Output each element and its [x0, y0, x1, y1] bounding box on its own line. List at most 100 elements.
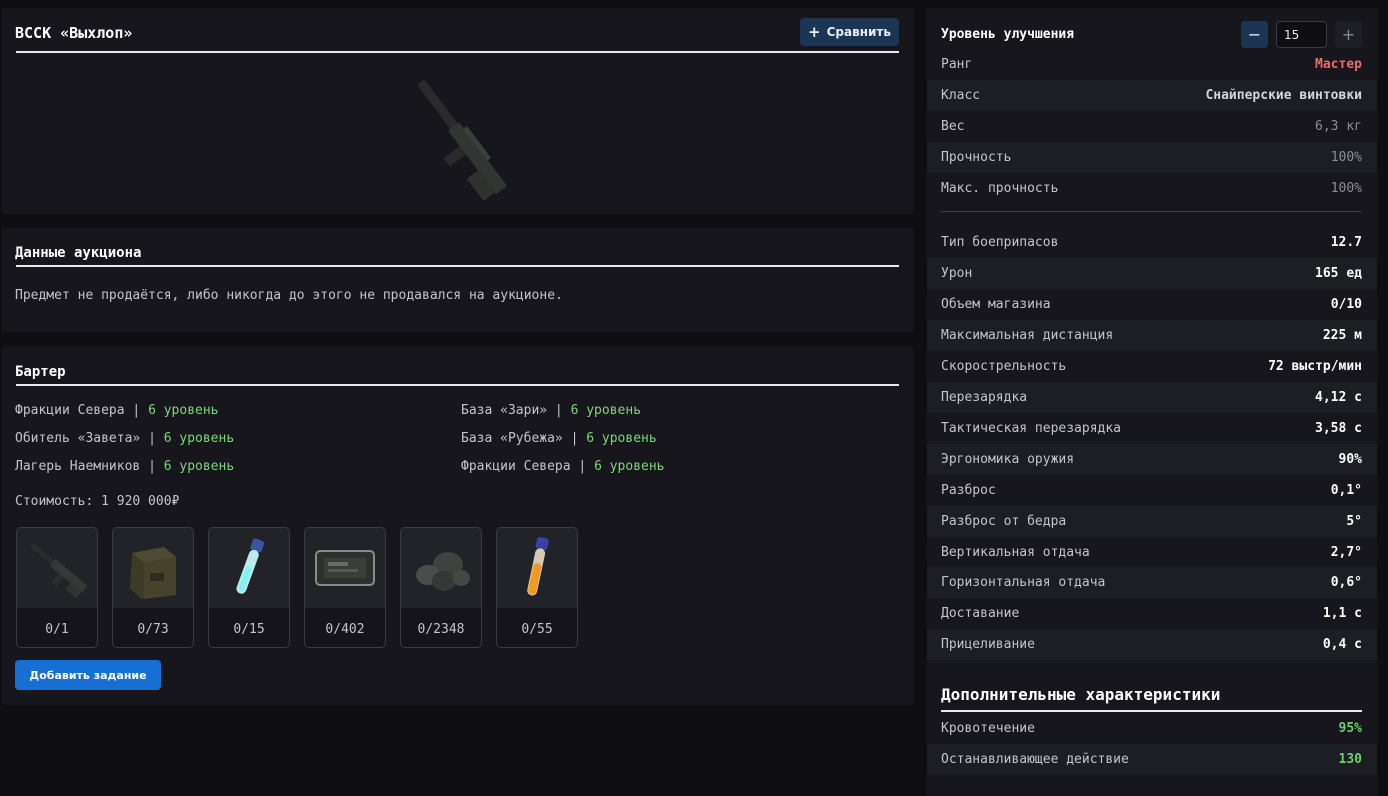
compare-button[interactable]: + Сравнить [800, 18, 899, 46]
stat-row-class: Класс Снайперские винтовки [927, 80, 1377, 111]
stat-value: 3,58 с [1315, 421, 1362, 436]
stat-label: Объем магазина [941, 297, 1051, 312]
stat-row: Скорострельность 72 выстр/мин [927, 351, 1377, 382]
barter-faction: База «Зари» [461, 403, 548, 418]
barter-row: Фракции Севера | 6 уровень [15, 402, 234, 430]
barter-separator: | [554, 403, 563, 418]
stat-row: Разброс 0,1° [927, 475, 1377, 506]
stat-value: 90% [1338, 452, 1362, 467]
plus-icon: + [808, 22, 821, 41]
stat-label: Перезарядка [941, 390, 1028, 405]
weapon-image [418, 80, 507, 201]
rifle-icon [30, 543, 88, 599]
add-task-button[interactable]: Добавить задание [15, 660, 161, 690]
barter-level: 6 уровень [148, 403, 219, 418]
stat-label: Тактическая перезарядка [941, 421, 1122, 436]
barter-list-right: База «Зари» | 6 уровень База «Рубежа» | … [461, 402, 665, 486]
barter-underline [16, 384, 899, 386]
barter-item-count: 0/402 [325, 622, 365, 637]
barter-row: База «Рубежа» | 6 уровень [461, 430, 665, 458]
stat-value: 100% [1330, 181, 1362, 196]
stat-row: Тип боеприпасов 12.7 [927, 227, 1377, 258]
barter-item-count: 0/2348 [417, 622, 465, 637]
barter-faction: Лагерь Наемников [15, 459, 141, 474]
stats-panel: Уровень улучшения − + Ранг Мастер Класс … [927, 8, 1377, 796]
barter-row: Обитель «Завета» | 6 уровень [15, 430, 234, 458]
barter-item[interactable]: 0/2348 [400, 527, 482, 648]
stat-value: 0,4 с [1322, 637, 1362, 652]
decrease-level-button[interactable]: − [1241, 21, 1268, 48]
barter-row: Фракции Севера | 6 уровень [461, 458, 665, 486]
barter-cost: Стоимость: 1 920 000₽ [15, 494, 180, 509]
stat-value: 0,6° [1330, 575, 1362, 590]
stat-value: 95% [1338, 721, 1362, 736]
stat-row-stopping-power: Останавливающее действие 130 [927, 744, 1377, 775]
auction-title: Данные аукциона [15, 245, 142, 261]
stat-label: Разброс [941, 483, 996, 498]
stat-label: Прицеливание [941, 637, 1035, 652]
auction-underline [16, 265, 899, 267]
barter-separator: | [148, 431, 156, 446]
barter-level: 6 уровень [163, 431, 235, 446]
stat-row: Объем магазина 0/10 [927, 289, 1377, 320]
stat-row: Максимальная дистанция 225 м [927, 320, 1377, 351]
item-title: ВССК «Выхлоп» [15, 24, 133, 42]
stat-row: Прицеливание 0,4 с [927, 629, 1377, 660]
barter-item[interactable]: 0/15 [208, 527, 290, 648]
cyan-vial-icon [236, 538, 265, 594]
barter-item[interactable]: 0/1 [16, 527, 98, 648]
barter-level: 6 уровень [594, 459, 665, 474]
barter-item[interactable]: 0/55 [496, 527, 578, 648]
barter-separator: | [132, 403, 141, 418]
stat-row: Урон 165 ед [927, 258, 1377, 289]
stats-divider [941, 211, 1362, 212]
stat-label: Разброс от бедра [941, 514, 1067, 529]
stat-value: 72 выстр/мин [1268, 359, 1362, 374]
increase-level-button[interactable]: + [1335, 21, 1362, 48]
stat-label: Урон [941, 266, 973, 281]
upgrade-level-title: Уровень улучшения [941, 27, 1075, 42]
barter-level: 6 уровень [570, 403, 642, 418]
stat-row: Перезарядка 4,12 с [927, 382, 1377, 413]
title-underline [16, 51, 899, 53]
stat-row-durability: Прочность 100% [927, 142, 1377, 173]
stat-label: Скорострельность [941, 359, 1067, 374]
stat-value: 2,7° [1330, 545, 1362, 560]
stat-value: 225 м [1322, 328, 1362, 343]
stat-row-rank: Ранг Мастер [927, 49, 1377, 80]
barter-item-count: 0/55 [521, 622, 553, 637]
stat-row: Эргономика оружия 90% [927, 444, 1377, 475]
barter-level: 6 уровень [163, 459, 235, 474]
extra-stats-title: Дополнительные характеристики [941, 685, 1221, 704]
rocks-icon [416, 552, 470, 591]
stat-row: Вертикальная отдача 2,7° [927, 537, 1377, 568]
stat-label: Макс. прочность [941, 181, 1059, 196]
stat-label: Максимальная дистанция [941, 328, 1114, 343]
stat-label: Прочность [941, 150, 1012, 165]
stat-value: 165 ед [1315, 266, 1362, 281]
barter-item[interactable]: 0/402 [304, 527, 386, 648]
barter-faction: Фракции Севера [15, 403, 125, 418]
stat-value: 4,12 с [1315, 390, 1362, 405]
barter-item[interactable]: 0/73 [112, 527, 194, 648]
orange-vial-icon [527, 536, 549, 596]
stat-value: 12.7 [1330, 235, 1362, 250]
stat-row-weight: Вес 6,3 кг [927, 111, 1377, 142]
stat-value: 0,1° [1330, 483, 1362, 498]
barter-row: Лагерь Наемников | 6 уровень [15, 458, 234, 486]
item-panel: ВССК «Выхлоп» + Сравнить [2, 8, 913, 214]
ammo-box-icon [130, 547, 176, 599]
device-case-icon [315, 550, 375, 586]
stat-row: Доставание 1,1 с [927, 598, 1377, 629]
barter-item-count: 0/15 [233, 622, 265, 637]
stat-row: Тактическая перезарядка 3,58 с [927, 413, 1377, 444]
stat-value: 5° [1346, 514, 1362, 529]
stat-label: Останавливающее действие [941, 752, 1129, 767]
stat-label: Тип боеприпасов [941, 235, 1059, 250]
stat-label: Горизонтальная отдача [941, 575, 1106, 590]
barter-faction: База «Рубежа» [461, 431, 563, 446]
upgrade-level-input[interactable] [1276, 21, 1327, 48]
stat-row: Разброс от бедра 5° [927, 506, 1377, 537]
barter-row: База «Зари» | 6 уровень [461, 402, 665, 430]
stat-row-max-durability: Макс. прочность 100% [927, 173, 1377, 204]
